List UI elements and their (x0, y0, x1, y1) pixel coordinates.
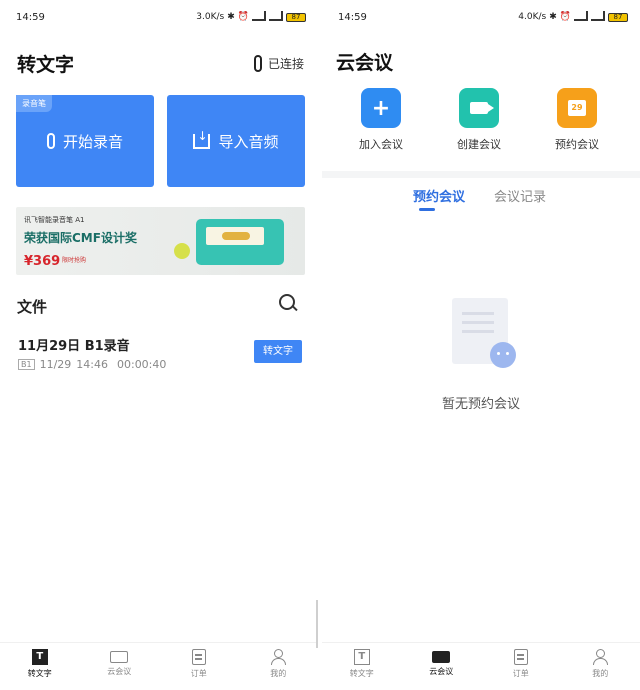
scroll-indicator (316, 600, 318, 648)
start-recording-button[interactable]: 录音笔 开始录音 (16, 95, 154, 187)
empty-state-text: 暂无预约会议 (441, 397, 520, 412)
status-right: 4.0K/s ✱ ⏰ 87 (518, 11, 628, 22)
status-time: 14:59 (16, 11, 45, 23)
battery-icon: 87 (286, 12, 306, 22)
signal-icon-2 (591, 11, 605, 21)
import-audio-button[interactable]: 导入音频 (167, 95, 305, 187)
empty-state-illustration (440, 296, 520, 376)
order-icon (191, 649, 206, 665)
nav-label: 云会议 (107, 667, 132, 676)
banner-product-name: 讯飞智能录音笔 A1 (24, 216, 85, 224)
recorder-device-image (196, 219, 284, 265)
import-audio-label: 导入音频 (218, 132, 279, 151)
nav-label: 转文字 (349, 669, 374, 678)
alarm-icon: ⏰ (559, 12, 571, 22)
nav-item-transcribe[interactable]: T 转文字 (322, 643, 402, 690)
user-icon (270, 649, 287, 665)
order-icon (513, 649, 528, 665)
signal-icon-2 (269, 11, 283, 21)
join-meeting-button[interactable]: + 加入会议 (341, 88, 421, 152)
network-speed: 3.0K/s (196, 12, 225, 22)
schedule-meeting-button[interactable]: 29 预约会议 (537, 88, 617, 152)
bluetooth-icon: ✱ (227, 12, 235, 22)
meeting-tabs: 预约会议 会议记录 (322, 186, 640, 214)
nav-label: 我的 (592, 669, 609, 678)
page-title: 云会议 (336, 52, 394, 74)
network-speed: 4.0K/s (518, 12, 547, 22)
nav-item-profile[interactable]: 我的 (561, 643, 640, 690)
text-icon: T (31, 649, 48, 665)
promo-banner[interactable]: 讯飞智能录音笔 A1 荣获国际CMF设计奖 ¥369 限时抢购 (16, 207, 305, 275)
status-bar: 14:59 3.0K/s ✱ ⏰ 87 (16, 8, 306, 26)
schedule-meeting-label: 预约会议 (555, 138, 599, 151)
bottom-nav: T 转文字 云会议 订单 我的 (322, 642, 640, 690)
recorder-pen-tag: 录音笔 (16, 95, 52, 112)
plus-icon: + (361, 88, 401, 128)
file-time: 14:46 (76, 358, 108, 371)
battery-icon: 87 (608, 12, 628, 22)
tab-meeting-records[interactable]: 会议记录 (494, 186, 546, 205)
nav-label: 订单 (512, 669, 529, 678)
file-duration: 00:00:40 (116, 358, 167, 371)
bottom-nav: T 转文字 云会议 订单 我的 (0, 642, 318, 690)
files-section-title: 文件 (17, 298, 48, 316)
nav-item-cloud-meeting[interactable]: 云会议 (80, 643, 160, 690)
nav-item-cloud-meeting[interactable]: 云会议 (402, 643, 482, 690)
file-meta: B1 11/29 14:46 00:00:40 (18, 358, 166, 371)
connected-label: 已连接 (267, 57, 304, 71)
nav-label: 转文字 (27, 669, 52, 678)
nav-item-transcribe[interactable]: T 转文字 (0, 643, 80, 690)
decorative-circle (174, 243, 190, 259)
section-divider (322, 171, 640, 178)
page-title: 转文字 (17, 54, 75, 76)
video-camera-icon (459, 88, 499, 128)
start-recording-label: 开始录音 (62, 132, 123, 151)
status-time: 14:59 (338, 11, 367, 23)
recorder-pen-icon (253, 55, 262, 72)
transcribe-button[interactable]: 转文字 (254, 340, 302, 363)
tab-scheduled-meetings[interactable]: 预约会议 (413, 186, 465, 205)
signal-icon (252, 11, 266, 21)
banner-promo: 限时抢购 (62, 257, 87, 264)
status-right: 3.0K/s ✱ ⏰ 87 (196, 11, 306, 22)
search-icon[interactable] (279, 294, 297, 312)
create-meeting-label: 创建会议 (457, 138, 501, 151)
video-icon (110, 651, 129, 663)
device-connection-status[interactable]: 已连接 (253, 55, 304, 72)
nav-label: 我的 (270, 669, 287, 678)
nav-label: 云会议 (429, 667, 454, 676)
video-icon (432, 651, 451, 663)
user-icon (592, 649, 609, 665)
transcribe-screen: 14:59 3.0K/s ✱ ⏰ 87 转文字 已连接 录音笔 开始录音 导入音… (0, 0, 318, 690)
text-icon: T (353, 649, 370, 665)
file-device-tag: B1 (18, 359, 35, 370)
tab-active-indicator (419, 208, 435, 211)
bluetooth-icon: ✱ (549, 12, 557, 22)
calendar-icon: 29 (557, 88, 597, 128)
banner-headline: 荣获国际CMF设计奖 (24, 231, 137, 245)
nav-item-orders[interactable]: 订单 (481, 643, 561, 690)
alarm-icon: ⏰ (237, 12, 249, 22)
join-meeting-label: 加入会议 (359, 138, 403, 151)
banner-price: ¥369 (24, 254, 61, 269)
nav-item-orders[interactable]: 订单 (159, 643, 239, 690)
nav-item-profile[interactable]: 我的 (239, 643, 319, 690)
nav-label: 订单 (190, 669, 207, 678)
file-title[interactable]: 11月29日 B1录音 (18, 335, 130, 354)
recorder-pen-icon (46, 133, 55, 149)
create-meeting-button[interactable]: 创建会议 (439, 88, 519, 152)
face-icon (490, 342, 516, 368)
cloud-meeting-screen: 14:59 4.0K/s ✱ ⏰ 87 云会议 + 加入会议 创建会议 29 预… (322, 0, 640, 690)
signal-icon (574, 11, 588, 21)
import-icon (193, 129, 211, 149)
status-bar: 14:59 4.0K/s ✱ ⏰ 87 (338, 8, 628, 26)
file-date: 11/29 (39, 358, 72, 371)
